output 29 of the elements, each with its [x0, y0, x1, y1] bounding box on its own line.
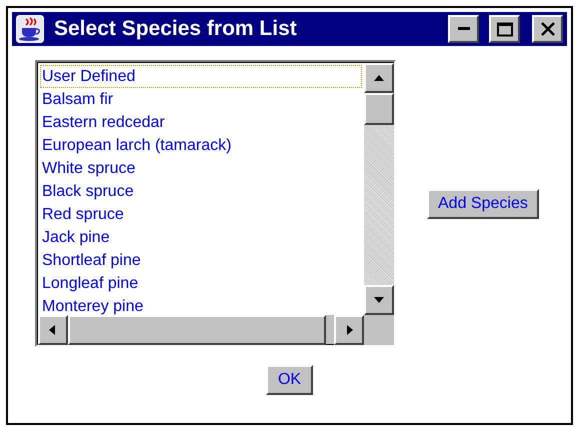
minimize-button[interactable]	[448, 15, 479, 43]
list-item[interactable]: White spruce	[40, 157, 362, 180]
ok-button[interactable]: OK	[266, 365, 314, 395]
list-item[interactable]: Balsam fir	[40, 88, 362, 111]
maximize-icon	[496, 22, 512, 36]
list-item[interactable]: Black spruce	[40, 180, 362, 203]
minimize-icon	[458, 27, 470, 31]
teacup-icon	[16, 15, 44, 43]
list-item[interactable]: Red spruce	[40, 203, 362, 226]
list-item[interactable]: Eastern redcedar	[40, 111, 362, 134]
horizontal-scrollbar[interactable]	[37, 315, 364, 345]
maximize-button[interactable]	[489, 15, 520, 43]
scroll-right-button[interactable]	[334, 315, 364, 345]
list-item[interactable]: Monterey pine	[40, 295, 362, 315]
list-item[interactable]: European larch (tamarack)	[40, 134, 362, 157]
scroll-up-button[interactable]	[364, 63, 394, 93]
scroll-down-button[interactable]	[364, 285, 394, 315]
add-species-button[interactable]: Add Species	[427, 188, 539, 218]
list-item[interactable]: Longleaf pine	[40, 272, 362, 295]
scroll-left-button[interactable]	[38, 315, 68, 345]
close-icon	[540, 21, 556, 37]
scroll-thumb[interactable]	[364, 93, 394, 125]
window-title: Select Species from List	[54, 17, 298, 41]
list-item[interactable]: Shortleaf pine	[40, 249, 362, 272]
list-item[interactable]: User Defined	[40, 65, 362, 88]
vertical-scrollbar[interactable]	[364, 62, 394, 315]
close-button[interactable]	[532, 15, 563, 43]
scroll-thumb[interactable]	[68, 315, 326, 345]
list-item[interactable]: Jack pine	[40, 226, 362, 249]
